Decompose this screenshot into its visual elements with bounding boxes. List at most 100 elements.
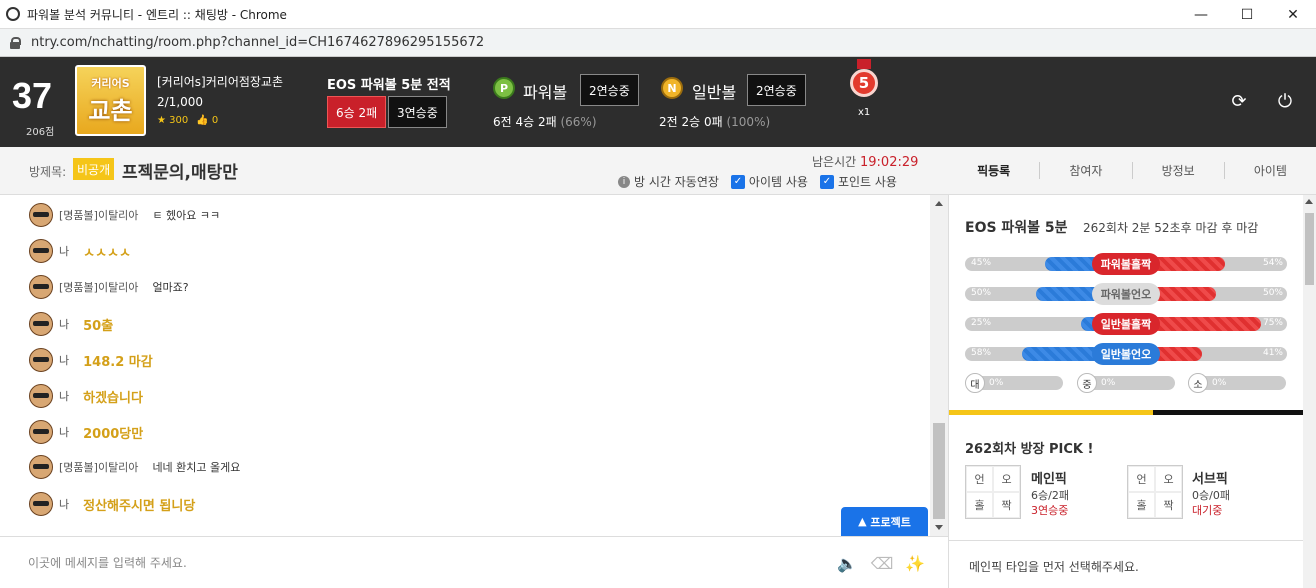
user-stats: ★ 300 👍 0 xyxy=(157,115,218,126)
sidebar-scrollbar[interactable] xyxy=(1303,195,1316,588)
avatar xyxy=(29,203,53,227)
room-options: i 방 시간 자동연장 ✓ 아이템 사용 ✓ 포인트 사용 xyxy=(618,173,897,190)
avatar xyxy=(29,455,53,479)
pick-panel: EOS 파워볼 5분 262회차 2분 52초후 마감 후 마감 45% 54%… xyxy=(948,195,1303,588)
chat-message: [명품볼]이탈리아 얼마죠? xyxy=(29,274,189,300)
tab-participants[interactable]: 참여자 xyxy=(1040,162,1133,179)
odd-even-powerball-bar[interactable]: 45% 54% 파워볼홀짝 xyxy=(965,253,1287,275)
room-title-label: 방제목: xyxy=(29,165,67,179)
address-bar[interactable]: ntry.com/nchatting/room.php?channel_id=C… xyxy=(0,29,1316,57)
under-over-powerball-bar[interactable]: 50% 50% 파워볼언오 xyxy=(965,283,1287,305)
pick-hint: 메인픽 타입을 먼저 선택해주세요. xyxy=(949,540,1303,588)
tab-room-info[interactable]: 방정보 xyxy=(1133,162,1225,179)
refresh-icon[interactable]: ⟳ xyxy=(1229,91,1249,112)
odd-even-normalball-bar[interactable]: 25% 75% 일반볼홀짝 xyxy=(965,313,1287,335)
game-title: EOS 파워볼 5분 xyxy=(965,220,1068,236)
main-pick-name: 메인픽 xyxy=(1031,472,1067,487)
magic-wand-icon[interactable]: ✨ xyxy=(905,553,925,573)
auto-extend-label[interactable]: 방 시간 자동연장 xyxy=(634,173,719,190)
remaining-time: 남은시간 19:02:29 xyxy=(812,155,919,170)
normalball-label: 일반볼 xyxy=(692,83,737,102)
browser-titlebar: 파워볼 분석 커뮤니티 - 엔트리 :: 채팅방 - Chrome — ☐ ✕ xyxy=(0,0,1316,29)
divider xyxy=(1153,410,1303,415)
powerball-record: 6전 4승 2패 (66%) xyxy=(493,115,597,129)
point-use-label: 포인트 사용 xyxy=(837,175,897,189)
sub-pick-grid[interactable]: 언 오 홀 짝 xyxy=(1127,465,1183,519)
size-large[interactable]: 대 0% xyxy=(965,373,1063,393)
avatar xyxy=(29,420,53,444)
bar-label[interactable]: 파워볼홀짝 xyxy=(1092,253,1160,275)
point-use-checkbox[interactable]: ✓ xyxy=(819,174,834,189)
room-info-bar: 방제목: 비공개 프젝문의,매탕만 남은시간 19:02:29 i 방 시간 자… xyxy=(0,147,948,195)
site-favicon-icon xyxy=(6,7,20,21)
room-header: 37 206점 커리어S 교촌 [커리어s]커리어점장교촌 2/1,000 ★ … xyxy=(0,57,1316,147)
normalball-record: 2전 2승 0패 (100%) xyxy=(659,115,771,129)
eos-record-title: EOS 파워볼 5분 전적 xyxy=(327,78,451,93)
sub-pick-record: 0승/0패 xyxy=(1192,489,1230,502)
room-title: 프젝문의,매탕만 xyxy=(122,163,238,183)
chat-message: 나 2000당만 xyxy=(29,419,143,445)
chat-input-bar: 🔈 ⌫ ✨ xyxy=(0,536,948,588)
user-points: 206점 xyxy=(26,127,55,138)
chat-log: [명품볼]이탈리아 ㅌ 헸아요 ㅋㅋ 나 ㅅㅅㅅㅅ [명품볼]이탈리아 얼마죠?… xyxy=(0,195,930,536)
minimize-button[interactable]: — xyxy=(1178,0,1224,29)
room-owner-name[interactable]: [커리어s]커리어점장교촌 xyxy=(157,73,283,90)
chat-message: 나 148.2 마감 xyxy=(29,347,153,373)
power-icon[interactable]: ⏻ xyxy=(1275,91,1295,112)
avatar xyxy=(29,384,53,408)
avatar xyxy=(29,492,53,516)
scroll-thumb[interactable] xyxy=(933,423,945,519)
close-button[interactable]: ✕ xyxy=(1270,0,1316,29)
chat-message-input[interactable] xyxy=(28,553,788,573)
sub-pick-streak: 대기중 xyxy=(1192,504,1223,517)
chat-scrollbar[interactable] xyxy=(930,195,948,536)
side-tabs: 픽등록 참여자 방정보 아이템 xyxy=(948,147,1316,195)
medal-icon: 5 xyxy=(850,59,878,99)
item-use-label: 아이템 사용 xyxy=(748,175,808,189)
under-over-normalball-bar[interactable]: 58% 41% 일반볼언오 xyxy=(965,343,1287,365)
normalball-icon: N xyxy=(661,77,683,99)
eraser-icon[interactable]: ⌫ xyxy=(871,553,894,573)
powerball-icon: P xyxy=(493,77,515,99)
bar-label[interactable]: 파워볼언오 xyxy=(1092,283,1160,305)
member-count: 2/1,000 xyxy=(157,95,204,109)
mute-icon[interactable]: 🔈 xyxy=(837,553,857,573)
scroll-up-icon[interactable] xyxy=(935,201,943,206)
chat-message: 나 ㅅㅅㅅㅅ xyxy=(29,238,131,264)
url-text[interactable]: ntry.com/nchatting/room.php?channel_id=C… xyxy=(31,35,484,50)
eos-record-badge: 6승 2패 xyxy=(327,96,387,128)
size-small[interactable]: 소 0% xyxy=(1188,373,1286,393)
main-pick-grid[interactable]: 언 오 홀 짝 xyxy=(965,465,1021,519)
scroll-up-icon[interactable] xyxy=(1305,199,1313,204)
chat-message: [명품볼]이탈리아 네네 환치고 올게요 xyxy=(29,454,240,480)
main-pick-streak: 3연승중 xyxy=(1031,504,1069,517)
chat-message: 나 50출 xyxy=(29,311,113,337)
protect-button[interactable]: ▲ 프로젝트 xyxy=(841,507,928,536)
chat-message: 나 정산해주시면 됩니당 xyxy=(29,491,195,517)
chat-message: [명품볼]이탈리아 ㅌ 헸아요 ㅋㅋ xyxy=(29,202,220,228)
item-use-checkbox[interactable]: ✓ xyxy=(730,174,745,189)
clan-logo: 커리어S 교촌 xyxy=(75,65,146,136)
info-icon: i xyxy=(618,175,630,188)
size-medium[interactable]: 중 0% xyxy=(1077,373,1175,393)
round-countdown: 262회차 2분 52초후 마감 후 마감 xyxy=(1083,221,1259,235)
tab-pick-register[interactable]: 픽등록 xyxy=(948,162,1041,179)
scroll-thumb[interactable] xyxy=(1305,213,1314,285)
bar-label[interactable]: 일반볼홀짝 xyxy=(1092,313,1160,335)
sub-pick-name: 서브픽 xyxy=(1192,472,1228,487)
private-badge: 비공개 xyxy=(73,158,115,180)
thumbs-up-icon: 👍 0 xyxy=(196,115,219,126)
maximize-button[interactable]: ☐ xyxy=(1224,0,1270,29)
tab-items[interactable]: 아이템 xyxy=(1225,162,1316,179)
divider xyxy=(949,410,1153,415)
avatar xyxy=(29,239,53,263)
bar-label[interactable]: 일반볼언오 xyxy=(1092,343,1160,365)
powerball-label: 파워볼 xyxy=(523,83,568,102)
avatar xyxy=(29,275,53,299)
window-title: 파워볼 분석 커뮤니티 - 엔트리 :: 채팅방 - Chrome xyxy=(27,7,287,22)
pick-title: 262회차 방장 PICK ! xyxy=(965,442,1094,457)
eos-streak-badge: 3연승중 xyxy=(388,96,447,128)
avatar xyxy=(29,348,53,372)
medal-count: x1 xyxy=(858,107,871,118)
scroll-down-icon[interactable] xyxy=(935,525,943,530)
